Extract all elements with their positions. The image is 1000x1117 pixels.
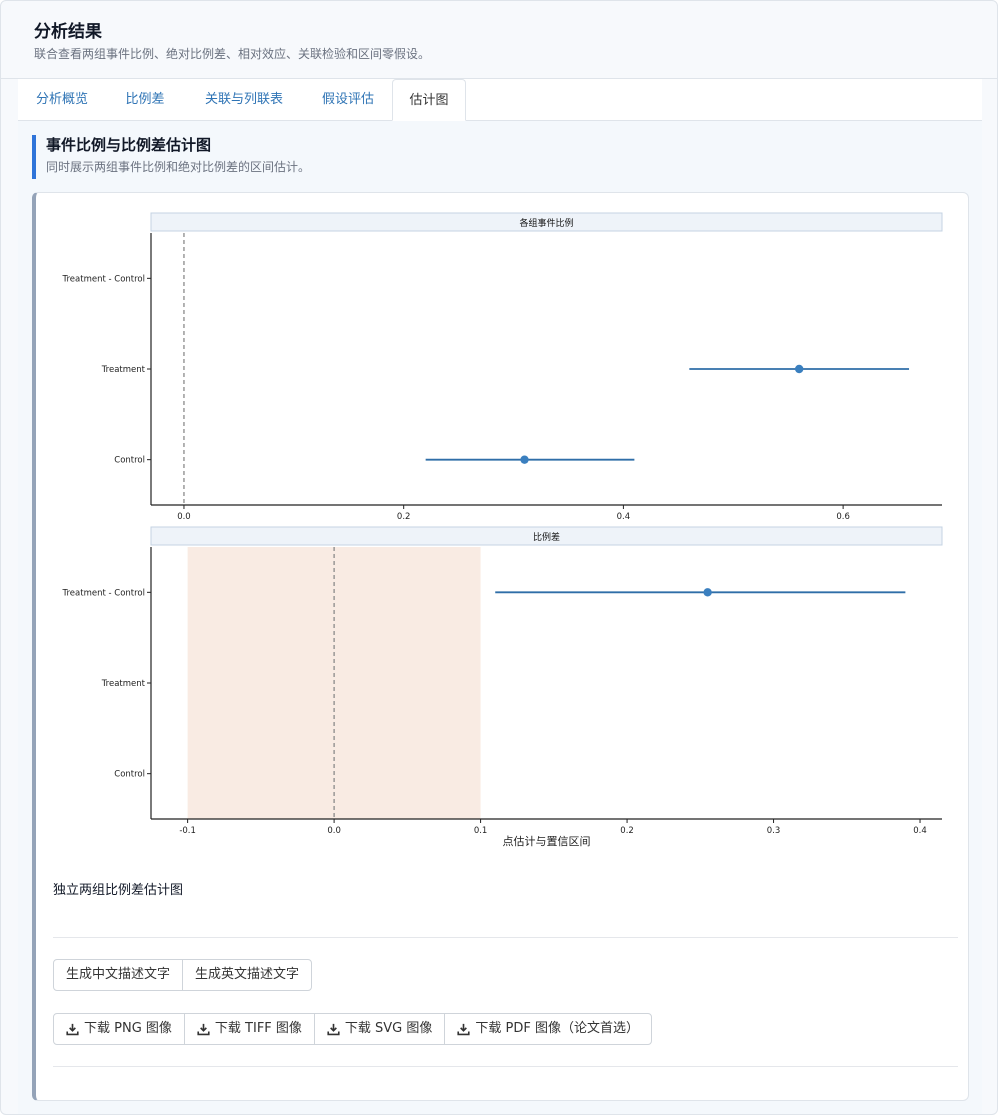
point-estimate xyxy=(703,588,712,597)
results-header: 分析结果 联合查看两组事件比例、绝对比例差、相对效应、关联检验和区间零假设。 xyxy=(1,1,997,79)
download-pdf-button[interactable]: 下载 PDF 图像（论文首选） xyxy=(444,1013,652,1045)
download-pdf-label: 下载 PDF 图像（论文首选） xyxy=(475,1021,639,1036)
download-icon xyxy=(327,1023,340,1035)
x-tick-label: 0.0 xyxy=(327,826,341,836)
download-tiff-label: 下载 TIFF 图像 xyxy=(214,1021,302,1036)
panel-strip-label: 比例差 xyxy=(533,531,560,543)
x-tick-label: 0.2 xyxy=(620,826,634,836)
tab-bar: 分析概览 比例差 关联与列联表 假设评估 估计图 xyxy=(18,79,982,121)
divider xyxy=(53,937,958,938)
x-tick-label: 0.0 xyxy=(177,512,191,522)
y-tick-label: Treatment - Control xyxy=(62,274,145,284)
tab-overview[interactable]: 分析概览 xyxy=(18,79,106,120)
x-tick-label: 0.3 xyxy=(767,826,781,836)
generate-english-description-label: 生成英文描述文字 xyxy=(195,967,300,982)
section-header: 事件比例与比例差估计图 同时展示两组事件比例和绝对比例差的区间估计。 xyxy=(32,135,310,179)
generate-chinese-description-label: 生成中文描述文字 xyxy=(66,967,171,982)
x-tick-label: 0.6 xyxy=(836,512,850,522)
results-panel: 分析结果 联合查看两组事件比例、绝对比例差、相对效应、关联检验和区间零假设。 分… xyxy=(0,0,998,1115)
tab-content: 事件比例与比例差估计图 同时展示两组事件比例和绝对比例差的区间估计。 各组事件比… xyxy=(18,121,982,1114)
download-icon xyxy=(457,1023,470,1035)
y-tick-label: Treatment - Control xyxy=(62,588,145,598)
page-title: 分析结果 xyxy=(34,22,102,42)
y-tick-label: Control xyxy=(114,770,145,780)
generate-chinese-description-button[interactable]: 生成中文描述文字 xyxy=(53,959,184,991)
download-icon xyxy=(66,1023,79,1035)
point-estimate xyxy=(520,455,529,464)
section-subtitle: 同时展示两组事件比例和绝对比例差的区间估计。 xyxy=(46,160,311,174)
tab-estimate-plot[interactable]: 估计图 xyxy=(392,79,466,121)
y-tick-label: Treatment xyxy=(101,679,146,689)
download-button-group: 下载 PNG 图像 下载 TIFF 图像 下载 SVG 图像 下载 PDF 图像… xyxy=(53,1013,652,1045)
download-tiff-button[interactable]: 下载 TIFF 图像 xyxy=(183,1013,315,1045)
x-tick-label: -0.1 xyxy=(179,826,196,836)
y-tick-label: Control xyxy=(114,456,145,466)
divider xyxy=(53,1066,958,1067)
download-png-button[interactable]: 下载 PNG 图像 xyxy=(53,1013,185,1045)
x-tick-label: 0.2 xyxy=(397,512,411,522)
x-tick-label: 0.4 xyxy=(913,826,927,836)
describe-button-group: 生成中文描述文字 生成英文描述文字 xyxy=(53,959,313,991)
panel-strip-label: 各组事件比例 xyxy=(519,217,573,229)
section-title: 事件比例与比例差估计图 xyxy=(46,136,212,154)
download-icon xyxy=(197,1023,210,1035)
tab-proportion-difference[interactable]: 比例差 xyxy=(106,79,184,120)
estimate-plot: 各组事件比例 Treatment - Control Treatment Contro… xyxy=(62,212,943,848)
download-svg-label: 下载 SVG 图像 xyxy=(344,1021,433,1036)
tab-association-contingency[interactable]: 关联与列联表 xyxy=(184,79,304,120)
generate-english-description-button[interactable]: 生成英文描述文字 xyxy=(182,959,313,991)
plot-card: 各组事件比例 Treatment - Control Treatment Contro… xyxy=(32,192,969,1101)
x-tick-label: 0.1 xyxy=(474,826,488,836)
point-estimate xyxy=(794,364,804,374)
page-subtitle: 联合查看两组事件比例、绝对比例差、相对效应、关联检验和区间零假设。 xyxy=(34,47,431,61)
plot-caption: 独立两组比例差估计图 xyxy=(53,883,184,898)
download-png-label: 下载 PNG 图像 xyxy=(84,1021,172,1036)
x-tick-label: 0.4 xyxy=(617,512,631,522)
x-axis-title: 点估计与置信区间 xyxy=(503,835,591,848)
y-tick-label: Treatment xyxy=(101,365,146,375)
tab-hypothesis-assessment[interactable]: 假设评估 xyxy=(304,79,392,120)
download-svg-button[interactable]: 下载 SVG 图像 xyxy=(313,1013,446,1045)
